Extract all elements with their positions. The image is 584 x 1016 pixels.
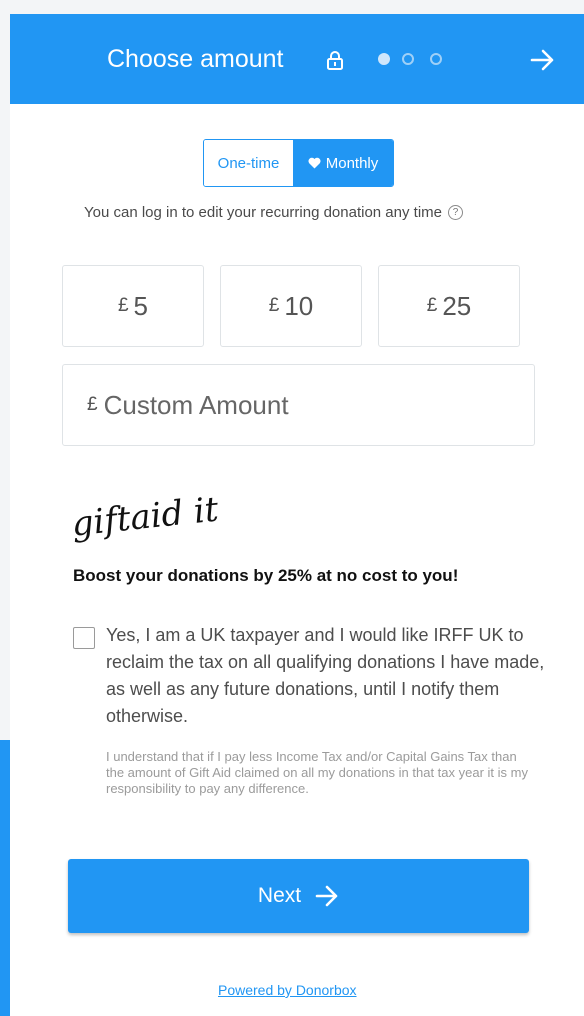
step-indicator-3 [430,53,442,65]
donation-form-card: Choose amount One-time Monthly You can l… [10,14,584,1016]
custom-amount-field: £ [62,364,535,446]
giftaid-logo-text: giftaid it [70,489,221,544]
amount-option-25[interactable]: £ 25 [378,265,520,347]
giftaid-consent-checkbox[interactable] [73,627,95,649]
currency-symbol: £ [87,394,98,415]
amount-option-5[interactable]: £ 5 [62,265,204,347]
amount-value: 25 [442,290,472,321]
step-indicator-2 [402,53,414,65]
lock-icon [327,51,343,70]
form-header: Choose amount [10,14,584,104]
next-button-label: Next [257,884,302,907]
recurring-note: You can log in to edit your recurring do… [84,204,464,221]
step-indicator-1 [378,53,390,65]
giftaid-boost-text: Boost your donations by 25% at no cost t… [73,566,459,585]
frequency-toggle: One-time Monthly [203,139,394,187]
custom-amount-input[interactable] [101,388,466,422]
monthly-tab[interactable]: Monthly [293,140,393,186]
amount-value: 5 [133,290,149,321]
header-title: Choose amount [107,45,284,73]
amount-option-10[interactable]: £ 10 [220,265,362,347]
one-time-tab[interactable]: One-time [204,140,293,186]
one-time-label: One-time [217,154,280,172]
giftaid-logo: giftaid it [70,489,221,544]
next-button[interactable]: Next [68,859,529,933]
powered-by-link[interactable]: Powered by Donorbox [218,982,357,998]
currency-symbol: £ [426,295,438,316]
left-accent-strip [0,740,10,1016]
recurring-note-text: You can log in to edit your recurring do… [84,204,443,221]
arrow-right-icon[interactable] [530,48,556,72]
amount-value: 10 [284,290,314,321]
heart-icon [308,157,321,169]
monthly-label: Monthly [325,154,379,172]
giftaid-consent-text: Yes, I am a UK taxpayer and I would like… [106,625,545,726]
question-circle-icon[interactable]: ? [448,205,464,220]
currency-symbol: £ [268,295,280,316]
arrow-right-icon [315,885,338,907]
giftaid-disclaimer: I understand that if I pay less Income T… [106,749,528,796]
currency-symbol: £ [117,295,129,316]
